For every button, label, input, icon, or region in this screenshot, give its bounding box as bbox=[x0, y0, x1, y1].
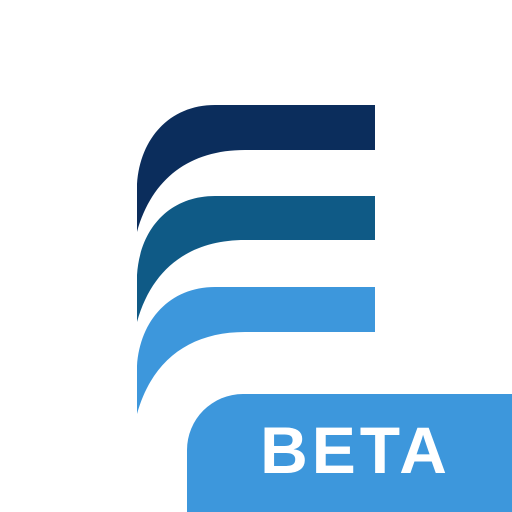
beta-label: BETA bbox=[260, 413, 451, 487]
beta-badge: BETA bbox=[187, 394, 512, 512]
app-icon: BETA bbox=[0, 0, 512, 512]
